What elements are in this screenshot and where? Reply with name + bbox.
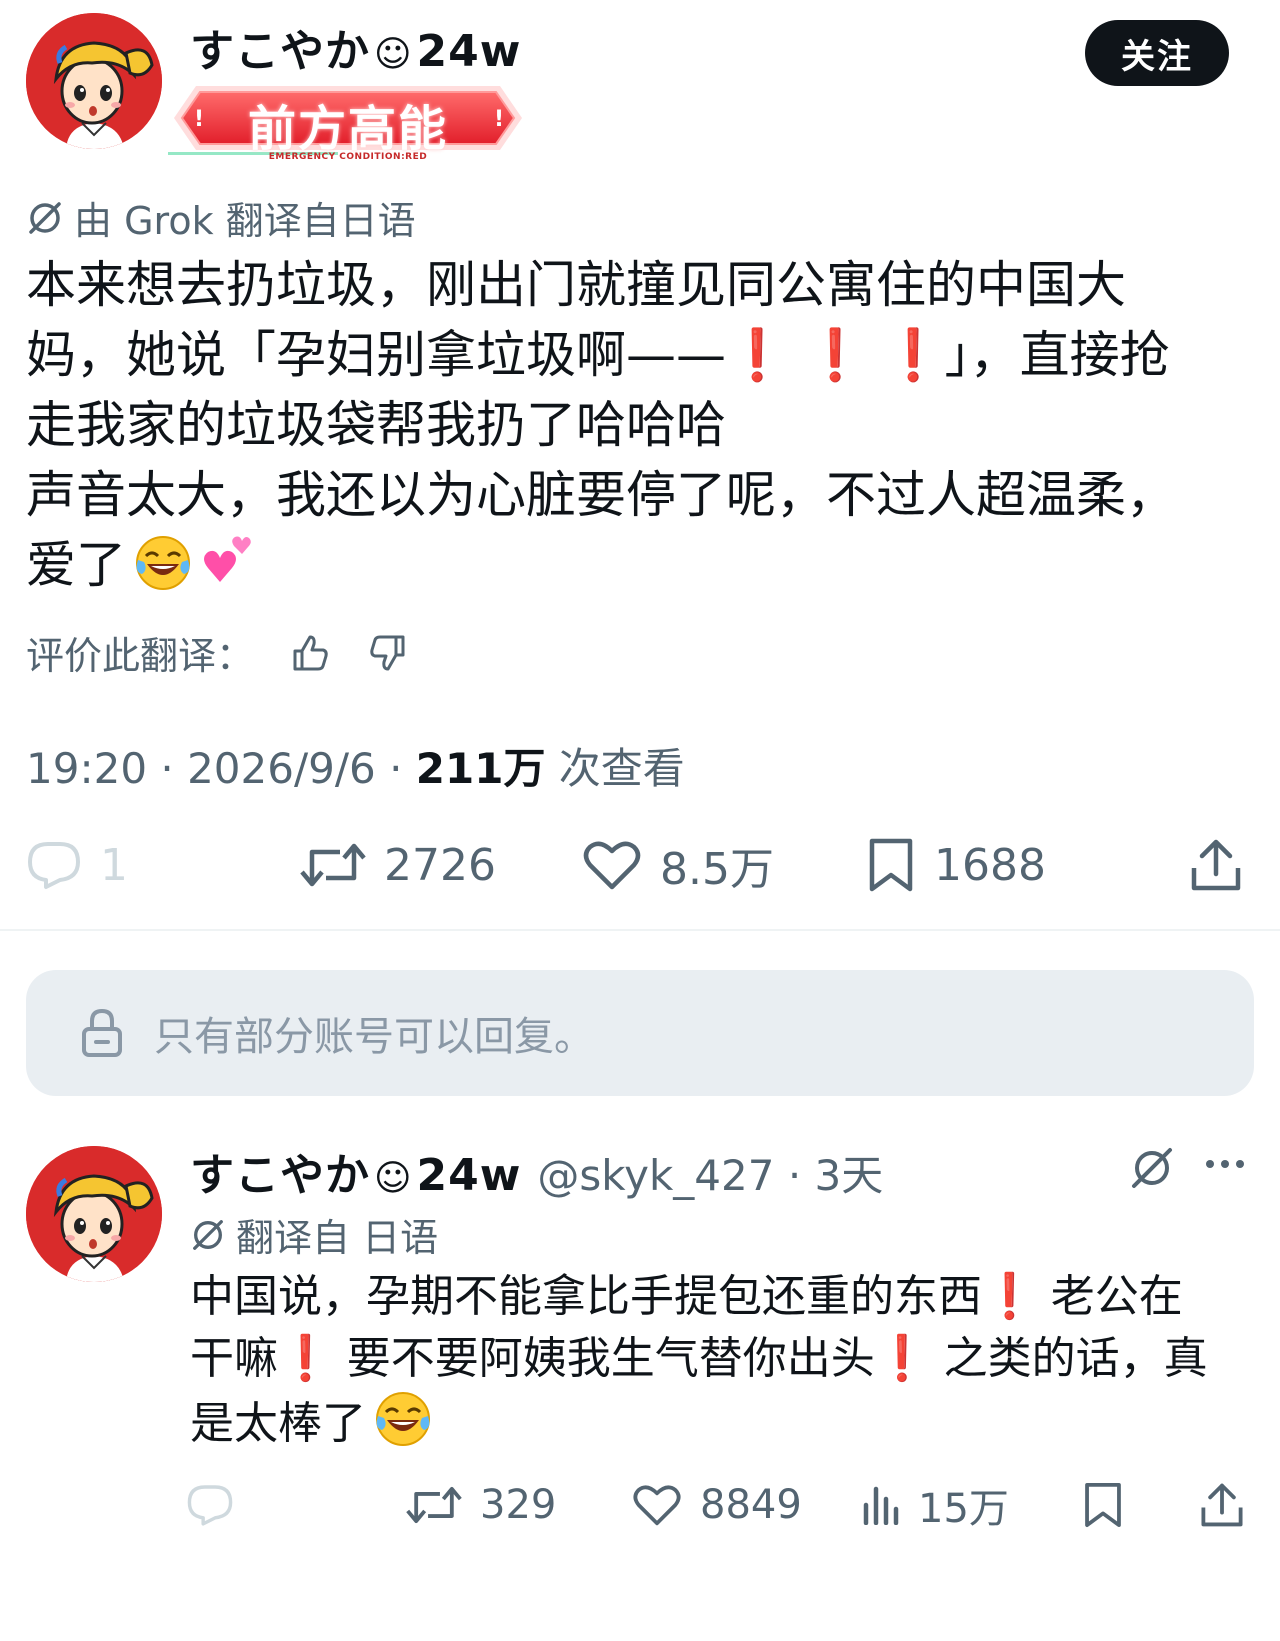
warning-badge-subtext: EMERGENCY CONDITION:RED <box>268 152 428 162</box>
reply-bubble-icon <box>187 1485 233 1526</box>
exclamation-icon: ❗ <box>278 1333 333 1384</box>
tweet-line-2: 妈，她说「孕妇别拿垃圾啊—— <box>26 326 726 384</box>
like-count: 8.5万 <box>660 844 774 895</box>
reply-like-count: 8849 <box>700 1482 802 1528</box>
exclamation-icon: ❗ <box>982 1271 1037 1322</box>
tweet-meta: 19:20 · 2026/9/6 · 211万 次查看 <box>26 735 685 796</box>
reply-bubble-icon <box>28 842 80 889</box>
bookmark-icon <box>1085 1482 1121 1528</box>
translation-notice[interactable]: 由 Grok 翻译自日语 <box>26 190 416 245</box>
translation-notice-label: 由 Grok 翻译自日语 <box>74 199 416 243</box>
reply-text-segment: 之类的话，真 <box>929 1333 1208 1384</box>
tweet-action-bar: 1 2726 8.5万 1688 <box>0 830 1280 900</box>
bookmark-count: 1688 <box>934 839 1046 891</box>
author-name-suffix: 24w <box>416 26 522 77</box>
reply-view-count: 15万 <box>918 1486 1009 1532</box>
share-upload-icon <box>1201 1483 1243 1527</box>
reply-retweet-count: 329 <box>480 1482 557 1528</box>
author-avatar[interactable] <box>26 13 162 149</box>
follow-button[interactable]: 关注 <box>1085 20 1229 86</box>
reply-translation-notice[interactable]: 翻译自 日语 <box>190 1207 438 1262</box>
bar-chart-icon <box>863 1486 899 1525</box>
retweet-icon <box>300 843 366 887</box>
heart-icon <box>633 1485 681 1526</box>
thumbs-up-icon[interactable] <box>290 633 330 673</box>
grok-icon <box>26 199 64 237</box>
exclamation-icon: ❗ <box>804 326 867 384</box>
reply-bookmark-button[interactable] <box>1082 1470 1124 1540</box>
section-divider <box>0 929 1280 931</box>
tweet-timestamp[interactable]: 19:20 · 2026/9/6 · <box>26 744 416 793</box>
reply-like-button[interactable]: 8849 <box>632 1470 802 1540</box>
tears-of-joy-emoji-icon <box>134 534 192 592</box>
reply-restriction-text: 只有部分账号可以回复。 <box>154 1014 594 1060</box>
author-name: すこやか <box>190 26 370 77</box>
heart-icon <box>583 841 641 890</box>
share-upload-icon <box>1191 839 1241 891</box>
reply-author-name-suffix: 24w <box>416 1150 522 1201</box>
grok-button[interactable] <box>1128 1144 1176 1196</box>
reply-handle-and-time[interactable]: @skyk_427 · 3天 <box>537 1142 883 1203</box>
share-button[interactable] <box>1190 830 1242 900</box>
reply-count: 1 <box>100 839 128 891</box>
tweet-line-1: 本来想去扔垃圾，刚出门就撞见同公寓住的中国大 <box>26 256 1126 314</box>
reply-views-button[interactable]: 15万 <box>860 1470 1009 1540</box>
cartoon-girl-avatar-icon <box>26 1146 162 1282</box>
exclamation-icon: ❗ <box>882 326 945 384</box>
reply-reply-button[interactable] <box>186 1470 234 1540</box>
reply-author-display-name[interactable]: すこやか ☺24w <box>190 1154 521 1198</box>
reply-restriction-notice: 只有部分账号可以回复。 <box>26 970 1254 1096</box>
rate-translation: 评价此翻译： <box>26 625 408 680</box>
smile-emoji-icon: ☺ <box>374 34 413 75</box>
rate-translation-label: 评价此翻译： <box>26 634 255 678</box>
reply-text-segment: 是太棒了 <box>190 1398 366 1449</box>
reply-text-segment: 中国说，孕期不能拿比手提包还重的东西 <box>190 1271 982 1322</box>
bookmark-icon <box>869 838 913 892</box>
reply-button[interactable]: 1 <box>26 830 128 900</box>
exclamation-icon: ❗ <box>874 1333 930 1384</box>
reply-body: 中国说，孕期不能拿比手提包还重的东西❗ 老公在 干嘛❗ 要不要阿姨我生气替你出头… <box>190 1266 1260 1455</box>
reply-author-name: すこやか <box>190 1150 370 1201</box>
reply-action-bar: 329 8849 15万 <box>0 1470 1280 1540</box>
tweet-line-4: 声音太大，我还以为心脏要停了呢，不过人超温柔， <box>26 466 1176 524</box>
reply-translation-label: 翻译自 日语 <box>236 1216 439 1260</box>
reply-author-avatar[interactable] <box>26 1146 162 1282</box>
tweet-line-5: 爱了 <box>26 536 126 594</box>
two-hearts-emoji-icon <box>198 532 258 592</box>
cartoon-girl-avatar-icon <box>26 13 162 149</box>
tweet-line-3: 走我家的垃圾袋帮我扔了哈哈哈 <box>26 396 726 454</box>
tweet-line-2-end: 」，直接抢 <box>944 326 1170 384</box>
author-display-name[interactable]: すこやか ☺24w <box>190 30 521 74</box>
warning-badge: ! ! 前方高能 EMERGENCY CONDITION:RED <box>168 80 528 164</box>
reply-text-segment: 要不要阿姨我生气替你出头 <box>332 1333 875 1384</box>
warning-badge-text: 前方高能 <box>247 101 448 157</box>
thumbs-down-icon[interactable] <box>368 633 408 673</box>
like-button[interactable]: 8.5万 <box>582 830 774 900</box>
reply-share-button[interactable] <box>1200 1470 1244 1540</box>
more-options-icon[interactable] <box>1206 1160 1244 1168</box>
grok-icon <box>193 1219 223 1250</box>
tweet-body: 本来想去扔垃圾，刚出门就撞见同公寓住的中国大 妈，她说「孕妇别拿垃圾啊——❗ ❗… <box>26 250 1256 600</box>
reply-retweet-button[interactable]: 329 <box>406 1470 556 1540</box>
view-count: 211万 <box>415 744 546 793</box>
reply-header: すこやか ☺24w @skyk_427 · 3天 <box>190 1142 883 1203</box>
smile-emoji-icon: ☺ <box>374 1158 413 1199</box>
grok-icon <box>1132 1148 1172 1188</box>
view-count-label: 次查看 <box>545 744 685 793</box>
retweet-icon <box>406 1486 462 1524</box>
bookmark-button[interactable]: 1688 <box>866 830 1046 900</box>
exclamation-icon: ❗ <box>726 326 789 384</box>
reply-text-segment: 干嘛 <box>190 1333 278 1384</box>
retweet-count: 2726 <box>384 839 496 891</box>
tears-of-joy-emoji-icon <box>374 1390 432 1448</box>
lock-icon <box>82 1008 122 1057</box>
reply-text-segment: 老公在 <box>1036 1271 1183 1322</box>
retweet-button[interactable]: 2726 <box>300 830 496 900</box>
